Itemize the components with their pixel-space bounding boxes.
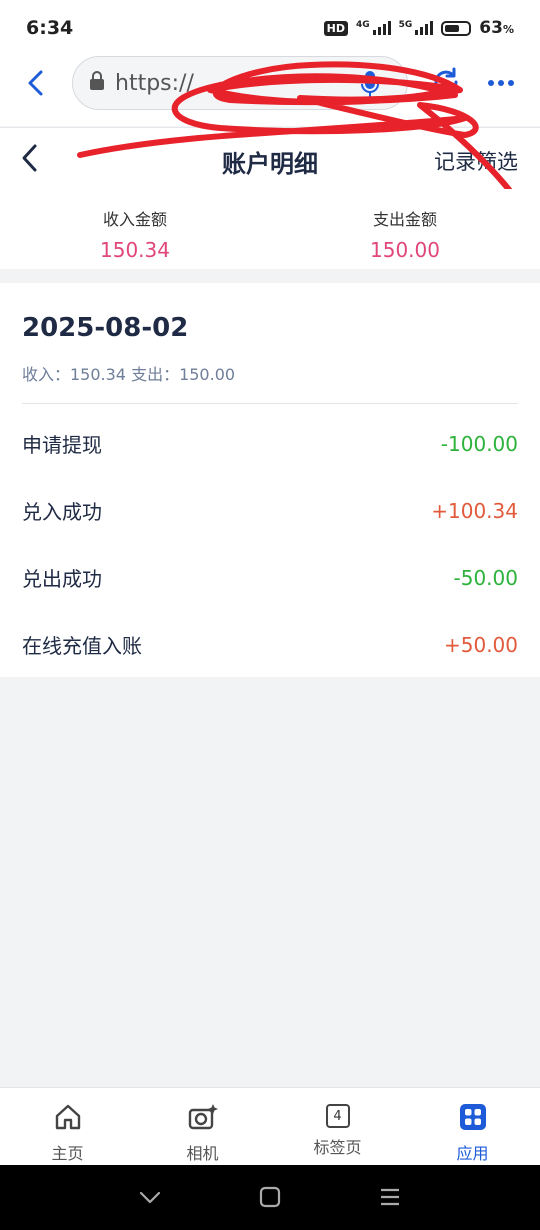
browser-back-icon[interactable] <box>22 68 52 98</box>
status-bar: 6:34 HD 4G 5G 63% <box>0 0 540 56</box>
camera-icon <box>188 1102 218 1136</box>
system-nav-bar <box>0 1165 540 1230</box>
nav-home[interactable]: 主页 <box>0 1088 135 1165</box>
status-time: 6:34 <box>26 17 74 39</box>
apps-icon <box>458 1102 488 1136</box>
more-icon[interactable] <box>486 68 516 102</box>
income-summary: 收入金额 150.34 <box>0 189 270 269</box>
record-list: 申请提现 -100.00 兑入成功 +100.34 兑出成功 -50.00 在线… <box>22 410 518 678</box>
browser-toolbar: https:// <box>0 56 540 126</box>
browser-bottom-nav: 主页 相机 4 标签页 应用 <box>0 1087 540 1165</box>
nav-label: 标签页 <box>313 1138 362 1157</box>
status-indicators: HD 4G 5G 63% <box>323 18 514 38</box>
expense-label: 支出金额 <box>372 210 437 229</box>
record-filter-button[interactable]: 记录筛选 <box>434 146 518 176</box>
menu-icon[interactable] <box>378 1185 402 1213</box>
list-item[interactable]: 兑出成功 -50.00 <box>22 544 518 611</box>
mic-icon[interactable] <box>361 69 379 103</box>
tabs-icon: 4 <box>325 1104 350 1128</box>
income-value: 150.34 <box>100 238 170 262</box>
list-item[interactable]: 兑入成功 +100.34 <box>22 477 518 544</box>
net-label-4g: 4G <box>355 20 370 30</box>
signal-5g-icon: 5G <box>399 21 434 35</box>
expense-value: 150.00 <box>370 238 440 262</box>
home-square-icon[interactable] <box>258 1185 282 1213</box>
amount-summary: 收入金额 150.34 支出金额 150.00 <box>0 189 540 269</box>
nav-label: 相机 <box>186 1144 219 1163</box>
chevron-down-icon[interactable] <box>138 1185 162 1213</box>
list-item[interactable]: 申请提现 -100.00 <box>22 410 518 477</box>
nav-label: 主页 <box>51 1144 84 1163</box>
record-label: 兑出成功 <box>22 567 102 591</box>
battery-percent: 63% <box>479 18 514 38</box>
record-amount: -100.00 <box>440 431 518 456</box>
day-detail-card: 2025-08-02 收入：150.34 支出：150.00 申请提现 -100… <box>0 283 540 677</box>
date-title: 2025-08-02 <box>22 313 189 343</box>
record-label: 在线充值入账 <box>22 634 142 658</box>
income-label: 收入金额 <box>102 210 167 229</box>
home-icon <box>53 1102 83 1136</box>
record-label: 申请提现 <box>22 433 102 457</box>
nav-camera[interactable]: 相机 <box>135 1088 270 1165</box>
refresh-icon[interactable] <box>430 66 462 102</box>
record-amount: -50.00 <box>453 565 518 590</box>
record-label: 兑入成功 <box>22 500 102 524</box>
expense-summary: 支出金额 150.00 <box>270 189 540 269</box>
battery-icon <box>441 20 472 36</box>
url-text[interactable]: https:// <box>115 71 345 96</box>
address-bar[interactable]: https:// <box>72 56 408 110</box>
list-item[interactable]: 在线充值入账 +50.00 <box>22 611 518 678</box>
page-header: 账户明细 记录筛选 <box>0 127 540 189</box>
day-summary: 收入：150.34 支出：150.00 <box>22 365 236 384</box>
signal-4g-icon: 4G <box>356 21 391 35</box>
nav-label: 应用 <box>456 1144 489 1163</box>
record-amount: +100.34 <box>431 498 518 523</box>
hd-badge: HD <box>323 20 348 36</box>
lock-icon <box>89 71 105 95</box>
nav-tabs[interactable]: 4 标签页 <box>270 1088 405 1165</box>
nav-apps[interactable]: 应用 <box>405 1088 540 1165</box>
net-label-5g: 5G <box>398 20 413 30</box>
divider <box>22 403 518 404</box>
record-amount: +50.00 <box>443 632 518 657</box>
